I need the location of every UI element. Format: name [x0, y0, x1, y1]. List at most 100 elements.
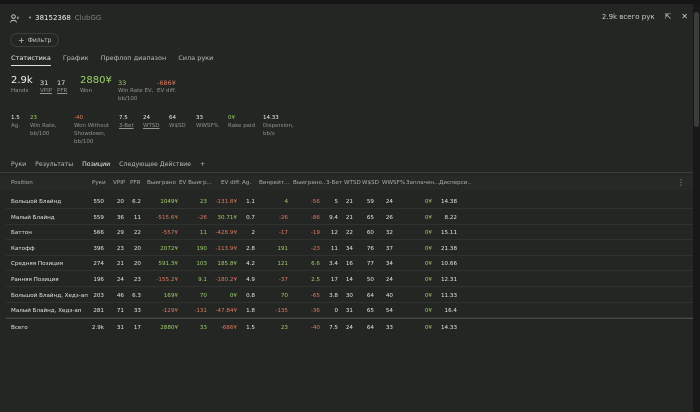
table-row[interactable]: Баттон 566 29 22 -557¥ 11 -428.9¥ 2 -17 -19 12 22 60… [0, 226, 693, 240]
table-cell: 59 [366, 199, 374, 205]
table-cell: 65 [366, 308, 374, 315]
table-cell: 21 [116, 261, 124, 268]
table-cell: 14 [345, 277, 353, 283]
col-won[interactable]: Выиграно [147, 180, 179, 186]
table-row[interactable]: Большой Блайнд, Хедз-ап 203 46 6.3 169¥ 70 0¥ 0… [0, 289, 693, 303]
table-cell: -557¥ [161, 230, 178, 237]
filter-button[interactable]: + Фильтр [10, 33, 60, 47]
table-cell: 0¥ [424, 325, 432, 331]
vertical-scrollbar[interactable] [693, 4, 700, 412]
table-cell: 6.6 [311, 261, 320, 268]
col-dispersion[interactable]: Дисперси... [439, 180, 471, 186]
table-row[interactable]: Ранняя Позиция 196 24 23 -155.2¥ 9.1 -180.2¥ 4.… [0, 273, 693, 287]
table-cell: 21.38 [440, 245, 457, 252]
table-cell: 0¥ [424, 245, 432, 252]
table-row[interactable]: Катофф 396 23 20 2072¥ 190 -113.9¥ 2.8 191 -23 11 3… [0, 242, 693, 256]
col-won-without-sd[interactable]: Выиграно... [293, 180, 326, 186]
table-cell: 2.8 [246, 245, 255, 252]
table-cell: 6.3 [132, 292, 141, 299]
row-divider [6, 286, 693, 287]
row-divider [6, 239, 693, 241]
table-cell: -686¥ [220, 325, 237, 331]
position-name: Катофф [11, 245, 35, 252]
more-vert-icon[interactable]: ⋮ [677, 178, 685, 187]
table-cell: 196 [93, 277, 104, 283]
stats-subtabs: Статистика График Префлоп диапазон Сила … [11, 54, 225, 66]
tab-statistics[interactable]: Статистика [11, 54, 51, 66]
table-cell: 16 [345, 261, 353, 268]
share-icon[interactable]: ⇱ [665, 12, 672, 21]
table-cell: 8.22 [444, 214, 457, 221]
table-cell: 0¥ [229, 292, 237, 299]
table-cell: 12 [330, 230, 338, 237]
player-id[interactable]: 38152368 [35, 14, 71, 22]
table-cell: 77 [366, 261, 374, 268]
table-cell: 2 [251, 230, 255, 237]
stat-won-without-showdown: -40 Won Without Showdown, bb/100 [74, 115, 110, 145]
position-name: Всего [11, 325, 28, 331]
table-row[interactable]: Малый Блайнд, Хедз-ап 281 71 33 -129¥ -131 -47… [0, 304, 693, 318]
col-pfr[interactable]: PFR [130, 180, 140, 186]
user-icon [10, 13, 19, 23]
table-cell: 0.8 [246, 292, 255, 299]
table-cell: -47.84¥ [215, 308, 237, 315]
scrollbar-thumb[interactable] [694, 12, 699, 127]
table-cell: 32 [385, 230, 393, 237]
col-winrate[interactable]: Винрейт... [259, 180, 292, 186]
table-cell: 22 [345, 230, 353, 237]
table-cell: 14.38 [440, 199, 457, 205]
table-row[interactable]: Средняя Позиция 274 21 20 591.3¥ 103 185.8¥ 4.2… [0, 257, 693, 271]
table-cell: 9.4 [329, 214, 338, 221]
tab-hand-strength[interactable]: Сила руки [178, 54, 213, 66]
col-hands[interactable]: Руки [92, 180, 106, 186]
table-cell: 5 [334, 199, 338, 205]
table-cell: 26 [385, 214, 393, 221]
table-cell: -17 [278, 230, 288, 237]
table-row[interactable]: Большой Блайнд 550 20 6.2 1049¥ 23 -131.8¥ 1.1 4… [0, 195, 693, 209]
col-ag[interactable]: Ag. [242, 180, 251, 186]
table-cell: 0 [334, 308, 338, 315]
col-wsd[interactable]: W$SD [362, 180, 379, 186]
table-cell: 64 [366, 292, 374, 299]
stat-vpip: 31 VPIP [40, 79, 53, 94]
col-wwsf[interactable]: WWSF% [382, 180, 405, 186]
table-cell: 396 [93, 245, 104, 252]
stat-pfr: 17 PFR [57, 79, 68, 94]
total-divider [6, 318, 693, 319]
col-ev-won[interactable]: EV Выигр... [179, 180, 214, 186]
col-vpip[interactable]: VPIP [113, 180, 125, 186]
position-name: Большой Блайнд, Хедз-ап [11, 292, 88, 299]
col-3bet[interactable]: 3-Бет [326, 180, 342, 186]
table-total-row[interactable]: Всего 2.9k 31 17 2880¥ 33 -686¥ 1.5 23 -40 7.5 24 64… [0, 321, 693, 335]
filter-label: Фильтр [27, 36, 52, 44]
table-cell: 65 [366, 214, 374, 221]
table-cell: 29 [116, 230, 124, 237]
table-cell: 12.31 [440, 277, 457, 283]
table-cell: 0¥ [424, 308, 432, 315]
table-cell: 9.1 [198, 277, 207, 283]
stat-ag: 1.5 Ag. [11, 115, 21, 129]
position-name: Средняя Позиция [11, 261, 63, 268]
table-cell: -65 [310, 292, 320, 299]
table-cell: -155.2¥ [156, 277, 178, 283]
table-cell: 591.3¥ [158, 261, 178, 268]
position-name: Малый Блайнд [11, 214, 55, 221]
table-cell: 11 [330, 245, 338, 252]
tab-preflop-range[interactable]: Префлоп диапазон [101, 54, 167, 66]
table-cell: 4.2 [246, 261, 255, 268]
col-ev-diff[interactable]: EV diff. [221, 180, 241, 186]
col-wtsd[interactable]: WTSD [344, 180, 361, 186]
row-divider [6, 208, 693, 209]
table-cell: 23 [199, 199, 207, 205]
col-rake[interactable]: Заплачен... [406, 180, 439, 186]
tab-graph[interactable]: График [63, 54, 89, 66]
table-cell: 76 [366, 245, 374, 252]
table-cell: 16.4 [444, 308, 457, 315]
table-cell: 1.5 [246, 325, 255, 331]
table-cell: 559 [93, 214, 104, 221]
table-cell: 14.33 [440, 325, 457, 331]
col-position[interactable]: Position [11, 180, 33, 186]
table-cell: 33 [199, 325, 207, 331]
table-row[interactable]: Малый Блайнд 559 36 11 -515.6¥ -26 30.71¥ 0.7 -2… [0, 211, 693, 225]
close-icon[interactable]: ✕ [681, 12, 688, 21]
